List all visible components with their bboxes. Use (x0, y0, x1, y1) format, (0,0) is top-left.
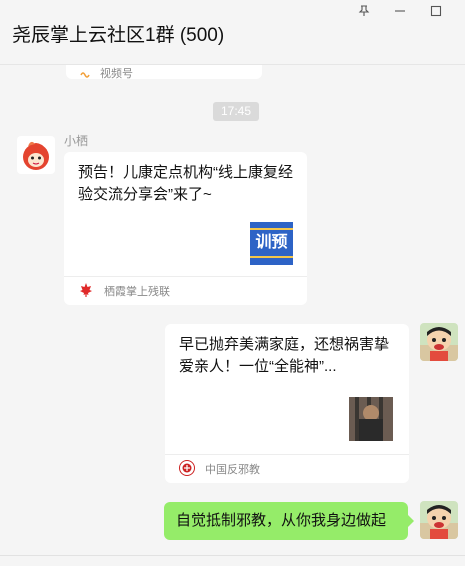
article-title: 预告！儿康定点机构“线上康复经验交流分享会”来了~ (78, 164, 293, 203)
input-area-edge (0, 555, 465, 566)
maximize-icon (430, 5, 442, 17)
maple-leaf-icon (78, 282, 94, 298)
article-thumbnail: 训预 (250, 222, 293, 265)
sender-name: 小栖 (64, 134, 89, 148)
self-avatar[interactable] (420, 323, 458, 361)
avatar[interactable] (17, 136, 55, 174)
emblem-icon (179, 460, 195, 476)
article-thumbnail (349, 397, 393, 441)
article-title: 早已抛弃美满家庭，还想祸害挚爱亲人！一位“全能神”... (179, 336, 390, 375)
maximize-button[interactable] (425, 2, 447, 20)
text-message-bubble[interactable]: 自觉抵制邪教，从你我身边做起 (164, 502, 414, 540)
chat-title: 尧辰掌上云社区1群 (500) (12, 25, 225, 46)
minimize-button[interactable] (389, 2, 411, 20)
thumbnail-text: 训预 (255, 234, 288, 251)
pin-icon (358, 5, 370, 16)
message-timestamp: 17:45 (213, 102, 259, 121)
article-card[interactable]: 预告！儿康定点机构“线上康复经验交流分享会”来了~ 训预 栖霞掌上残联 (64, 152, 307, 305)
partial-card-source: 视频号 (100, 68, 133, 80)
minimize-icon (395, 10, 405, 12)
partial-card[interactable]: 视频号 (66, 65, 262, 80)
article-card[interactable]: 早已抛弃美满家庭，还想祸害挚爱亲人！一位“全能神”... 中国反邪教 (165, 324, 409, 483)
article-source: 中国反邪教 (205, 464, 260, 476)
chat-area[interactable]: 视频号 17:45 小栖 预告！儿康定点机构“线上康复经验交流分享会”来了~ 训… (0, 65, 465, 555)
title-bar: 尧辰掌上云社区1群 (500) (0, 0, 465, 65)
self-avatar[interactable] (420, 501, 458, 539)
article-source: 栖霞掌上残联 (104, 286, 170, 298)
video-channel-icon (80, 67, 90, 78)
pin-button[interactable] (353, 2, 375, 20)
